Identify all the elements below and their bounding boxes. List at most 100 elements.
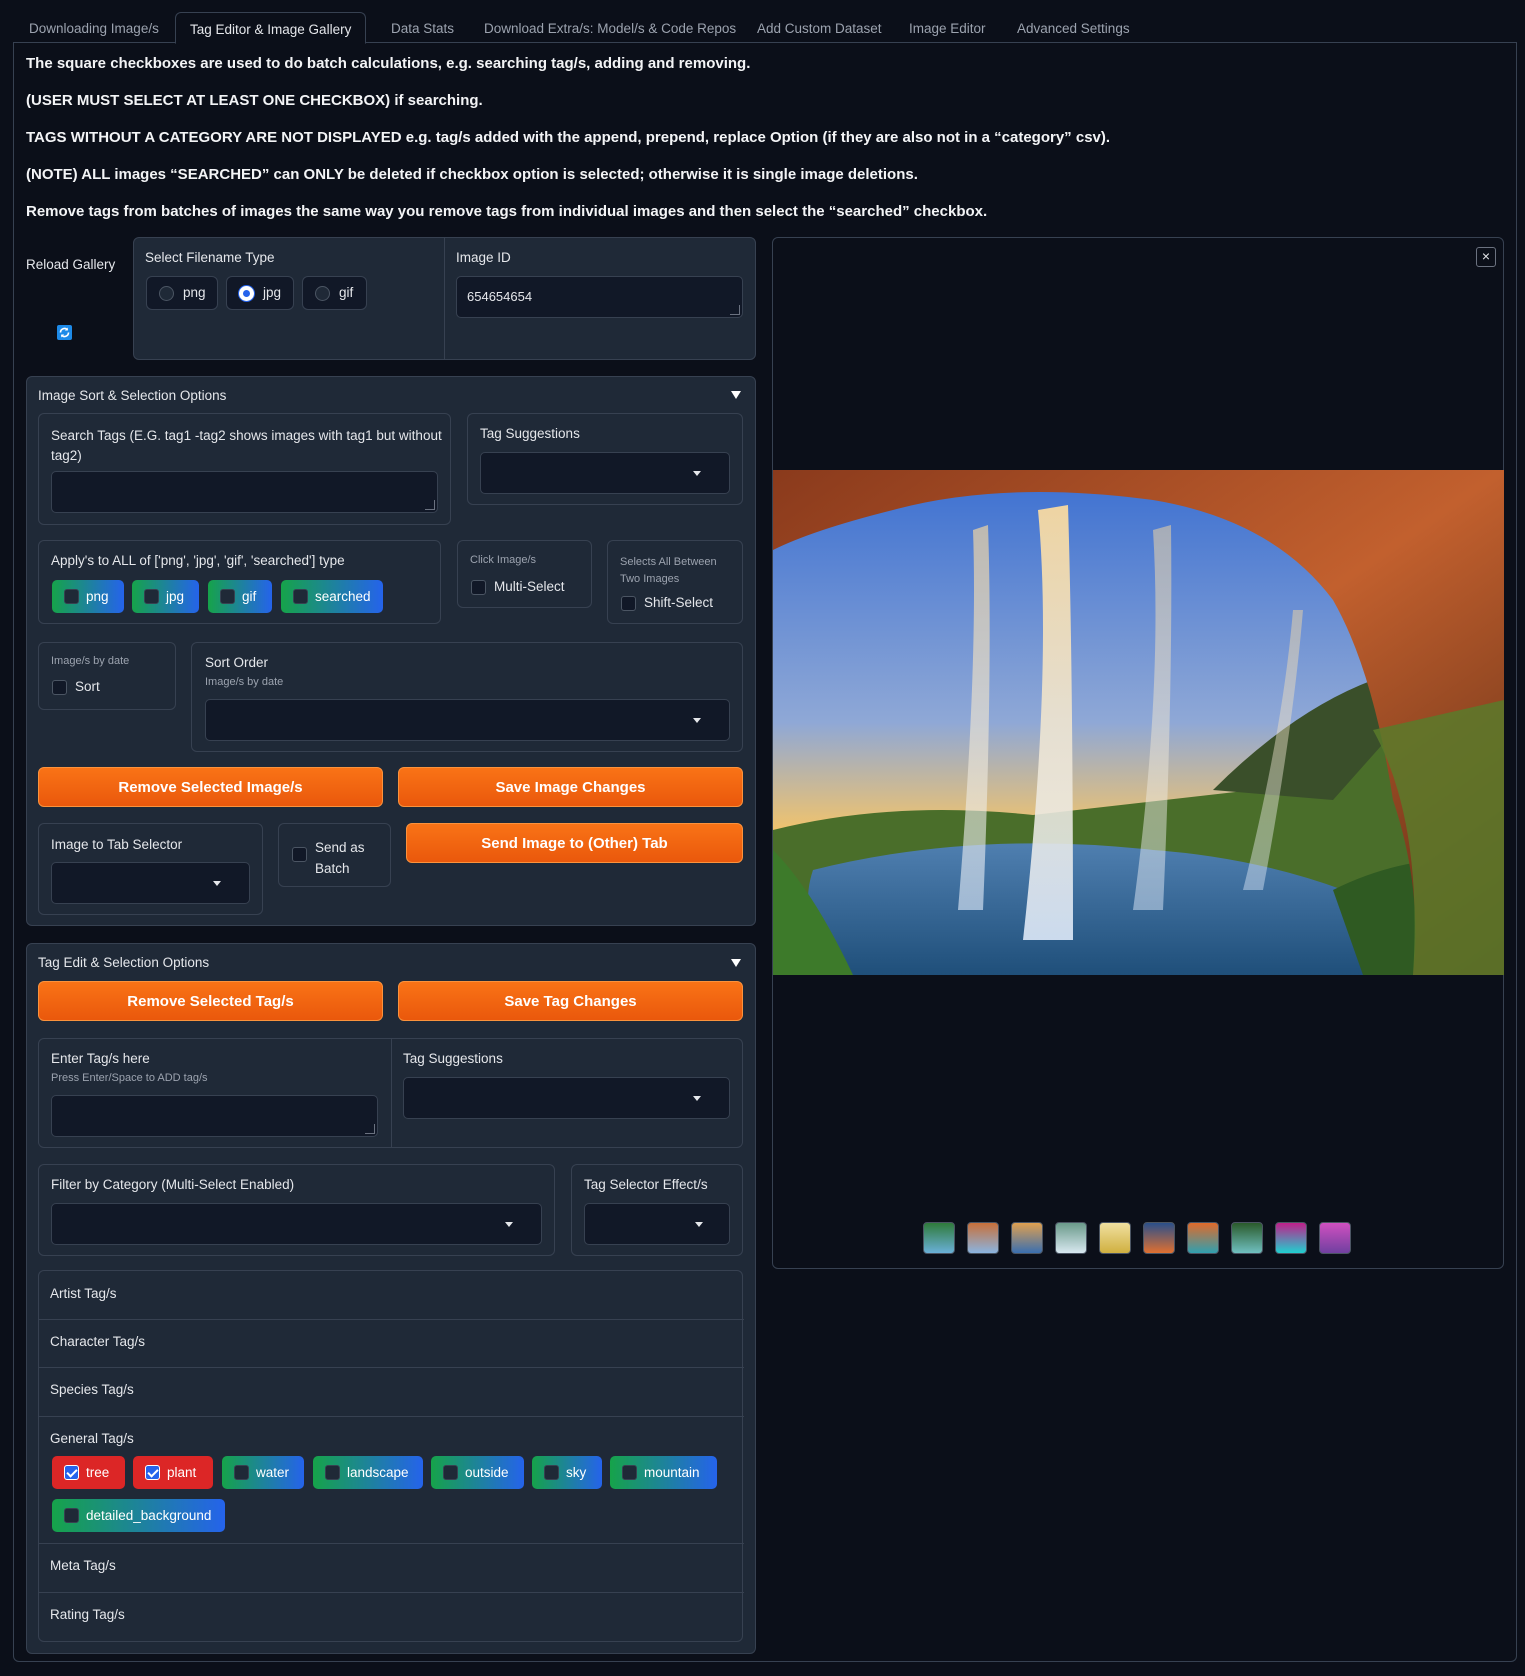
radio-gif[interactable]: gif	[302, 276, 367, 310]
category-artist: Artist Tag/s	[38, 1271, 744, 1320]
tag-chip-water[interactable]: water	[222, 1456, 304, 1489]
apply-chip-gif[interactable]: gif	[208, 580, 272, 613]
radio-jpg[interactable]: jpg	[226, 276, 294, 310]
tab-selector-dropdown[interactable]	[51, 862, 250, 904]
resize-grip[interactable]	[365, 1124, 375, 1134]
sort-accordion-title[interactable]: Image Sort & Selection Options	[38, 388, 226, 403]
enter-tags-label: Enter Tag/s here	[51, 1051, 150, 1066]
checkbox[interactable]	[544, 1465, 559, 1480]
tab-image-editor[interactable]: Image Editor	[895, 12, 1000, 43]
category-rating: Rating Tag/s	[38, 1593, 744, 1641]
remove-images-button[interactable]: Remove Selected Image/s	[38, 767, 383, 807]
tab-tag-editor[interactable]: Tag Editor & Image Gallery	[175, 12, 367, 44]
gallery-thumb[interactable]	[1187, 1222, 1219, 1254]
gallery-thumb[interactable]	[923, 1222, 955, 1254]
radio-dot	[315, 286, 330, 301]
tag-chip-landscape[interactable]: landscape	[313, 1456, 423, 1489]
gallery-thumb[interactable]	[967, 1222, 999, 1254]
gallery-thumb[interactable]	[1011, 1222, 1043, 1254]
tab-add-custom-dataset[interactable]: Add Custom Dataset	[743, 12, 896, 43]
tag-chip-mountain[interactable]: mountain	[610, 1456, 717, 1489]
tag-suggestions-label-2: Tag Suggestions	[403, 1051, 503, 1066]
checkbox[interactable]	[234, 1465, 249, 1480]
tag-accordion-title[interactable]: Tag Edit & Selection Options	[38, 955, 209, 970]
send-batch-label: Send as Batch	[315, 840, 365, 876]
send-image-tab-button[interactable]: Send Image to (Other) Tab	[406, 823, 743, 863]
checkbox[interactable]	[622, 1465, 637, 1480]
tab-data-stats[interactable]: Data Stats	[377, 12, 468, 43]
radio-dot-selected	[239, 286, 254, 301]
gallery-thumb[interactable]	[1099, 1222, 1131, 1254]
category-species-label: Species Tag/s	[50, 1382, 134, 1397]
filter-category-dropdown[interactable]	[51, 1203, 542, 1245]
save-image-changes-button[interactable]: Save Image Changes	[398, 767, 743, 807]
tag-chip-tree[interactable]: tree	[52, 1456, 125, 1489]
note-3: TAGS WITHOUT A CATEGORY ARE NOT DISPLAYE…	[26, 129, 1111, 146]
gallery-thumb[interactable]	[1055, 1222, 1087, 1254]
multi-select-checkbox[interactable]	[471, 580, 486, 595]
category-character-label: Character Tag/s	[50, 1334, 146, 1349]
gallery-thumb[interactable]	[1319, 1222, 1351, 1254]
checkbox[interactable]	[443, 1465, 458, 1480]
filename-type-label: Select Filename Type	[145, 250, 275, 265]
tag-suggestions-dropdown[interactable]	[480, 452, 730, 494]
tag-chip-sky[interactable]: sky	[532, 1456, 602, 1489]
resize-grip[interactable]	[425, 500, 435, 510]
enter-tags-input[interactable]	[51, 1095, 378, 1137]
tag-suggestions-dropdown-2[interactable]	[403, 1077, 730, 1119]
gallery-thumb[interactable]	[1275, 1222, 1307, 1254]
close-icon[interactable]: ×	[1476, 247, 1496, 267]
send-batch-checkbox[interactable]	[292, 847, 307, 862]
reload-icon[interactable]	[57, 325, 72, 340]
radio-jpg-label: jpg	[263, 285, 282, 300]
category-meta-label: Meta Tag/s	[50, 1558, 116, 1573]
remove-tags-button[interactable]: Remove Selected Tag/s	[38, 981, 383, 1021]
checkbox[interactable]	[325, 1465, 340, 1480]
resize-grip[interactable]	[730, 305, 740, 315]
checkbox-checked[interactable]	[64, 1465, 79, 1480]
tab-bar: Downloading Image/s Tag Editor & Image G…	[13, 12, 1517, 44]
collapse-triangle-icon[interactable]	[731, 959, 741, 967]
radio-gif-label: gif	[339, 285, 354, 300]
apply-chip-png[interactable]: png	[52, 580, 124, 613]
shift-select-checkbox[interactable]	[621, 596, 636, 611]
tab-download-extras[interactable]: Download Extra/s: Model/s & Code Repos	[470, 12, 750, 43]
tag-effect-dropdown[interactable]	[584, 1203, 730, 1245]
sort-order-dropdown[interactable]	[205, 699, 730, 741]
tag-chip-detailed-background[interactable]: detailed_background	[52, 1499, 225, 1532]
chevron-down-icon	[693, 471, 701, 476]
checkbox[interactable]	[64, 589, 79, 604]
multi-select-block	[457, 540, 592, 608]
sort-date-block	[38, 642, 176, 710]
radio-png[interactable]: png	[146, 276, 218, 310]
tag-chip-plant[interactable]: plant	[133, 1456, 213, 1489]
sort-checkbox[interactable]	[52, 680, 67, 695]
checkbox[interactable]	[64, 1508, 79, 1523]
gallery-thumb[interactable]	[1231, 1222, 1263, 1254]
category-artist-label: Artist Tag/s	[50, 1286, 117, 1301]
image-id-field[interactable]: 654654654	[456, 276, 743, 318]
note-1: The square checkboxes are used to do bat…	[26, 55, 751, 72]
chevron-down-icon	[505, 1222, 513, 1227]
checkbox[interactable]	[293, 589, 308, 604]
checkbox[interactable]	[220, 589, 235, 604]
chevron-down-icon	[693, 718, 701, 723]
shift-select-desc: Selects All Between Two Images	[620, 556, 717, 585]
apply-chip-searched[interactable]: searched	[281, 580, 383, 613]
tab-downloading[interactable]: Downloading Image/s	[15, 12, 173, 43]
collapse-triangle-icon[interactable]	[731, 391, 741, 399]
reload-gallery-label: Reload Gallery	[26, 257, 116, 272]
chevron-down-icon	[213, 881, 221, 886]
gallery-preview-image[interactable]	[773, 470, 1504, 975]
tab-advanced-settings[interactable]: Advanced Settings	[1003, 12, 1144, 43]
sort-order-sub: Image/s by date	[205, 676, 284, 688]
save-tag-changes-button[interactable]: Save Tag Changes	[398, 981, 743, 1021]
checkbox-checked[interactable]	[145, 1465, 160, 1480]
search-tags-input[interactable]	[51, 471, 438, 513]
gallery-thumb[interactable]	[1143, 1222, 1175, 1254]
apply-chip-jpg[interactable]: jpg	[132, 580, 199, 613]
tag-chip-outside[interactable]: outside	[431, 1456, 524, 1489]
category-species: Species Tag/s	[38, 1368, 744, 1417]
category-general-label: General Tag/s	[50, 1431, 134, 1446]
checkbox[interactable]	[144, 589, 159, 604]
